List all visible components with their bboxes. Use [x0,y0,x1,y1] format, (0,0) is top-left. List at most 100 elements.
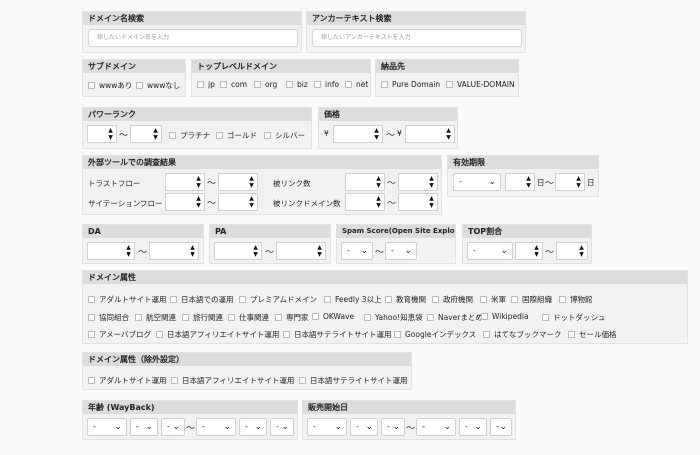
checkbox-box[interactable] [427,314,434,321]
checkbox-box[interactable] [483,331,490,338]
attr-checkbox[interactable]: 米軍 [480,294,506,305]
checkbox-box[interactable] [446,81,453,88]
spinner-arrows-icon[interactable]: ▲ ▼ [125,244,132,258]
backlink-domains-min-input[interactable]: ▲ ▼ [345,193,385,211]
da-max-input[interactable]: ▲ ▼ [149,242,199,260]
delivery-value-domain-checkbox[interactable]: VALUE-DOMAIN [446,80,515,89]
attr-checkbox[interactable]: プレミアムドメイン [239,294,317,305]
domain-search-input[interactable]: 探したいドメイン名を入力 [88,29,298,47]
spinner-arrows-icon[interactable]: ▲ ▼ [575,175,582,189]
checkbox-box[interactable] [228,314,235,321]
spinner-arrows-icon[interactable]: ▲ ▼ [428,175,435,189]
spinner-arrows-icon[interactable]: ▲ ▼ [428,195,435,209]
sale-to-month-select[interactable]: - ⌄ [459,418,487,436]
tld-org-checkbox[interactable]: org [254,80,277,89]
checkbox-box[interactable] [511,296,518,303]
tld-com-checkbox[interactable]: com [220,80,247,89]
backlink-domains-max-input[interactable]: ▲ ▼ [398,193,438,211]
attr-checkbox[interactable]: 教育機関 [385,294,426,305]
exclude-checkbox[interactable]: アダルトサイト運用 [88,375,167,386]
checkbox-box[interactable] [385,296,392,303]
checkbox-box[interactable] [220,81,227,88]
attr-checkbox[interactable]: 国際組織 [511,294,552,305]
spinner-arrows-icon[interactable]: ▲ ▼ [248,175,255,189]
attr-checkbox[interactable]: アダルトサイト運用 [88,294,167,305]
checkbox-box[interactable] [254,81,261,88]
checkbox-box[interactable] [481,313,488,320]
checkbox-box[interactable] [169,132,176,139]
checkbox-box[interactable] [559,296,566,303]
top-min-input[interactable]: ▲ ▼ [515,242,543,260]
checkbox-box[interactable] [88,314,95,321]
exclude-checkbox[interactable]: 日本語アフィリエイトサイト運用 [171,375,294,386]
checkbox-box[interactable] [239,296,246,303]
exclude-checkbox[interactable]: 日本語サテライトサイト運用 [299,375,408,386]
spinner-arrows-icon[interactable]: ▲ ▼ [375,175,382,189]
spinner-arrows-icon[interactable]: ▲ ▼ [195,175,202,189]
spam-max-select[interactable]: - ⌄ [385,242,417,260]
age-from-day-select[interactable]: - ⌄ [161,418,185,436]
expiry-max-days-input[interactable]: ▲ ▼ [555,173,585,191]
checkbox-box[interactable] [364,314,371,321]
tld-info-checkbox[interactable]: info [314,80,339,89]
attr-checkbox[interactable]: OKWave [312,312,354,321]
backlinks-min-input[interactable]: ▲ ▼ [345,173,385,191]
attr-checkbox[interactable]: ドットダッシュ [542,312,606,323]
attr-checkbox[interactable]: アメーバブログ [88,329,151,340]
checkbox-box[interactable] [381,81,388,88]
spinner-arrows-icon[interactable]: ▲ ▼ [375,195,382,209]
attr-checkbox[interactable]: Googleインデックス [394,329,476,340]
power-rank-platinum-checkbox[interactable]: プラチナ [169,130,210,141]
checkbox-box[interactable] [312,313,319,320]
top-min-select[interactable]: - ⌄ [467,242,513,260]
sale-from-month-select[interactable]: - ⌄ [350,418,378,436]
power-rank-max-input[interactable]: ▲ ▼ [130,125,162,143]
attr-checkbox[interactable]: Feedly 3以上 [324,294,382,305]
sale-to-year-select[interactable]: - ⌄ [416,418,456,436]
tld-net-checkbox[interactable]: net [345,80,368,89]
backlinks-max-input[interactable]: ▲ ▼ [398,173,438,191]
spinner-arrows-icon[interactable]: ▲ ▼ [107,127,114,141]
checkbox-box[interactable] [568,331,575,338]
attr-checkbox[interactable]: 旅行関連 [182,312,223,323]
tld-jp-checkbox[interactable]: jp [197,80,215,89]
power-rank-min-input[interactable]: ▲ ▼ [87,125,117,143]
trust-flow-min-input[interactable]: ▲ ▼ [165,173,205,191]
spinner-arrows-icon[interactable]: ▲ ▼ [533,244,540,258]
checkbox-box[interactable] [182,314,189,321]
checkbox-box[interactable] [299,377,306,384]
spinner-arrows-icon[interactable]: ▲ ▼ [248,195,255,209]
checkbox-box[interactable] [88,377,95,384]
checkbox-box[interactable] [171,377,178,384]
spinner-arrows-icon[interactable]: ▲ ▼ [525,175,532,189]
checkbox-box[interactable] [156,331,163,338]
checkbox-box[interactable] [314,81,321,88]
checkbox-box[interactable] [542,314,549,321]
attr-checkbox[interactable]: 日本語での運用 [170,294,234,305]
checkbox-box[interactable] [88,331,95,338]
attr-checkbox[interactable]: 仕事関連 [228,312,269,323]
da-min-input[interactable]: ▲ ▼ [87,242,135,260]
spinner-arrows-icon[interactable]: ▲ ▼ [195,195,202,209]
subdomain-www-checkbox[interactable]: wwwあり [88,80,132,91]
checkbox-box[interactable] [275,314,282,321]
spinner-arrows-icon[interactable]: ▲ ▼ [373,127,380,141]
checkbox-box[interactable] [283,331,290,338]
spinner-arrows-icon[interactable]: ▲ ▼ [316,244,323,258]
attr-checkbox[interactable]: 航空関連 [135,312,176,323]
expiry-select[interactable]: - ⌄ [453,173,501,191]
top-max-input[interactable]: ▲ ▼ [556,242,588,260]
checkbox-box[interactable] [286,81,293,88]
price-max-input[interactable]: ▲ ▼ [405,125,455,143]
pa-min-input[interactable]: ▲ ▼ [214,242,262,260]
checkbox-box[interactable] [135,314,142,321]
power-rank-silver-checkbox[interactable]: シルバー [264,130,305,141]
age-to-year-select[interactable]: - ⌄ [196,418,236,436]
checkbox-box[interactable] [264,132,271,139]
sale-from-year-select[interactable]: - ⌄ [307,418,347,436]
spinner-arrows-icon[interactable]: ▲ ▼ [445,127,452,141]
attr-checkbox[interactable]: 日本語サテライトサイト運用 [283,329,392,340]
spinner-arrows-icon[interactable]: ▲ ▼ [152,127,159,141]
attr-checkbox[interactable]: 協同組合 [88,312,129,323]
age-to-month-select[interactable]: - ⌄ [239,418,267,436]
